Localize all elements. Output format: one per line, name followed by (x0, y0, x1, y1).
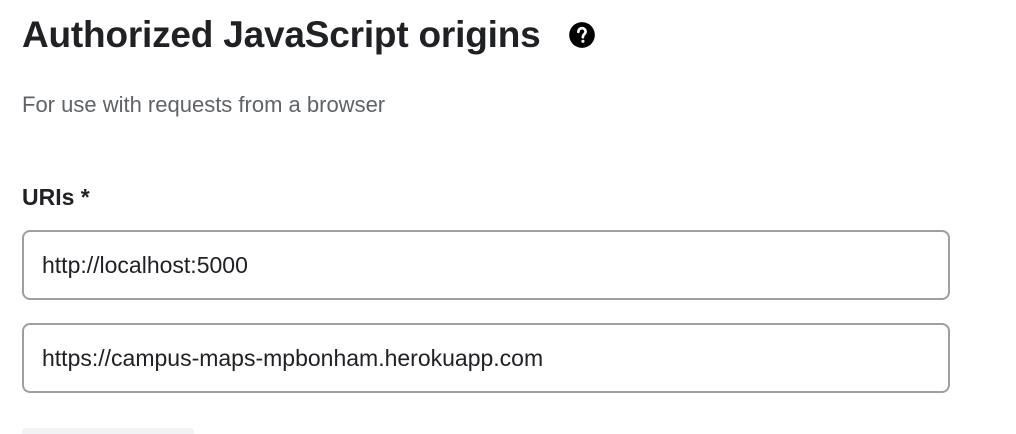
uri-input-1[interactable] (22, 230, 950, 300)
section-title: Authorized JavaScript origins (22, 14, 541, 55)
add-uri-button-partial[interactable] (22, 428, 194, 434)
uris-label: URIs * (22, 184, 90, 210)
section-header: Authorized JavaScript origins (22, 12, 596, 58)
help-circle-icon[interactable] (568, 21, 596, 49)
section-subtitle: For use with requests from a browser (22, 92, 386, 117)
uri-input-2[interactable] (22, 323, 950, 393)
